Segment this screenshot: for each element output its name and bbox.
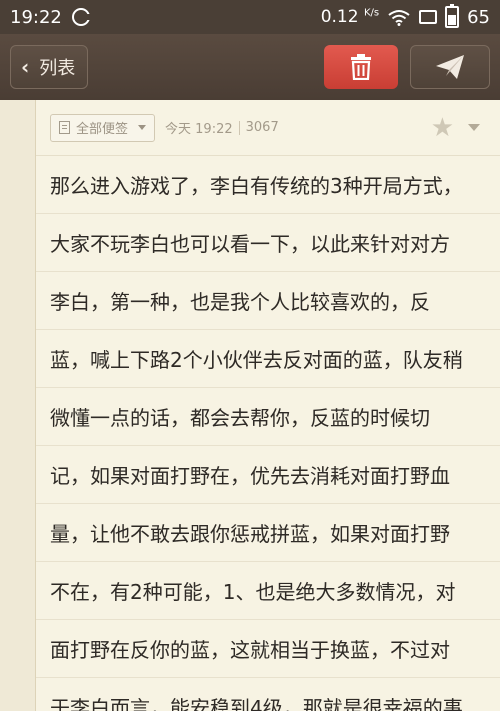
paper-plane-icon xyxy=(436,55,464,79)
back-label: 列表 xyxy=(39,58,76,79)
status-time: 19:22 xyxy=(10,6,62,28)
note-line: 不在，有2种可能，1、也是绝大多数情况，对 xyxy=(36,562,500,620)
note-char-count: 3067 xyxy=(245,120,279,135)
status-bar: 19:22 0.12 K/s 65 xyxy=(0,0,500,34)
sim-icon xyxy=(419,10,438,24)
note-meta-row: 全部便签 今天 19:22 3067 ★ xyxy=(36,100,500,156)
category-dropdown[interactable]: 全部便签 xyxy=(50,113,156,142)
note-line: 微懂一点的话，都会去帮你，反蓝的时候切 xyxy=(36,388,500,446)
note-body[interactable]: 那么进入游戏了，李白有传统的3种开局方式， 大家不玩李白也可以看一下，以此来针对… xyxy=(36,156,500,711)
toolbar: ‹ 列表 xyxy=(0,34,500,100)
note-date: 今天 19:22 xyxy=(165,122,233,137)
left-margin-strip xyxy=(0,100,36,711)
note-line: 蓝，喊上下路2个小伙伴去反对面的蓝，队友稍 xyxy=(36,330,500,388)
star-icon[interactable]: ★ xyxy=(431,113,454,143)
network-speed: 0.12 K/s xyxy=(321,7,379,27)
network-speed-unit: K/s xyxy=(363,7,380,19)
dropdown-arrow-icon xyxy=(138,125,147,130)
circle-app-icon xyxy=(71,8,90,26)
send-button[interactable] xyxy=(410,45,490,89)
note-line: 李白，第一种，也是我个人比较喜欢的，反 xyxy=(36,272,500,330)
note-icon xyxy=(59,121,70,134)
note-line: 大家不玩李白也可以看一下，以此来针对对方 xyxy=(36,214,500,272)
note-line: 那么进入游戏了，李白有传统的3种开局方式， xyxy=(36,156,500,214)
battery-level: 65 xyxy=(467,6,490,28)
note-line: 面打野在反你的蓝，这就相当于换蓝，不过对 xyxy=(36,620,500,678)
trash-icon xyxy=(351,54,371,80)
note-line: 记，如果对面打野在，优先去消耗对面打野血 xyxy=(36,446,500,504)
chevron-left-icon: ‹ xyxy=(21,55,30,79)
category-label: 全部便签 xyxy=(76,122,129,137)
delete-button[interactable] xyxy=(324,45,398,89)
wifi-icon xyxy=(388,10,410,26)
meta-divider xyxy=(238,120,240,135)
note-line: 于李白而言，能安稳到4级，那就是很幸福的事 xyxy=(36,678,500,711)
back-button[interactable]: ‹ 列表 xyxy=(10,45,89,89)
note-line: 量，让他不敢去跟你惩戒拼蓝，如果对面打野 xyxy=(36,504,500,562)
battery-icon xyxy=(445,4,460,28)
network-speed-value: 0.12 xyxy=(320,7,359,27)
chevron-down-icon[interactable] xyxy=(468,124,480,131)
